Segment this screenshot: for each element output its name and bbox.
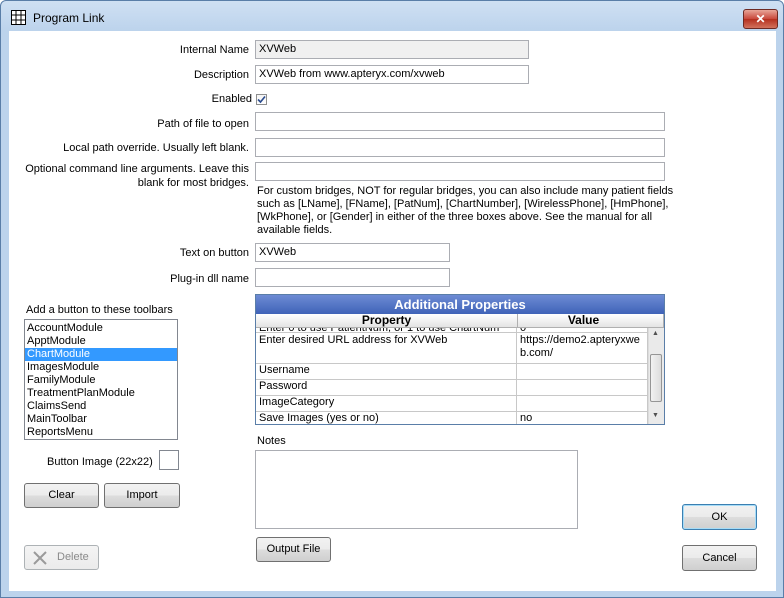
button-image-preview[interactable]: [159, 450, 179, 470]
description-field[interactable]: XVWeb from www.apteryx.com/xvweb: [255, 65, 529, 84]
list-item[interactable]: ClaimsSend: [25, 400, 177, 413]
list-item[interactable]: AccountModule: [25, 322, 177, 335]
list-item[interactable]: ApptModule: [25, 335, 177, 348]
grid-row-value[interactable]: [517, 380, 648, 396]
local-path-field[interactable]: [255, 138, 665, 157]
args-field[interactable]: [255, 162, 665, 181]
close-icon: ✕: [755, 12, 766, 26]
description-label: Description: [193, 69, 249, 81]
grid-row-value[interactable]: no: [517, 412, 648, 424]
plugin-field[interactable]: [255, 268, 450, 287]
checkmark-icon: [257, 95, 266, 104]
path-label: Path of file to open: [157, 118, 249, 130]
grid-row-property[interactable]: Username: [256, 364, 517, 380]
cancel-button[interactable]: Cancel: [682, 545, 757, 571]
grid-row-value[interactable]: [517, 396, 648, 412]
grid-row-property[interactable]: Save Images (yes or no): [256, 412, 517, 424]
plugin-label: Plug-in dll name: [170, 273, 249, 285]
additional-properties-grid[interactable]: Additional Properties Property Value Ent…: [255, 294, 665, 425]
grid-title: Additional Properties: [256, 295, 664, 314]
window-title: Program Link: [33, 11, 105, 25]
list-item[interactable]: MainToolbar: [25, 413, 177, 426]
header-value-text: Value: [517, 314, 649, 327]
path-field[interactable]: [255, 112, 665, 131]
grid-row-property[interactable]: ImageCategory: [256, 396, 517, 412]
grid-header-row: Property Value: [256, 314, 648, 328]
button-text-field[interactable]: XVWeb: [255, 243, 450, 262]
notes-label: Notes: [257, 435, 286, 447]
title-bar[interactable]: Program Link ✕: [1, 1, 783, 31]
button-image-label: Button Image (22x22): [47, 456, 153, 468]
output-file-button[interactable]: Output File: [256, 537, 331, 562]
list-item[interactable]: ImagesModule: [25, 361, 177, 374]
args-label: Optional command line arguments. Leave t…: [25, 163, 249, 189]
import-button[interactable]: Import: [104, 483, 180, 508]
list-item[interactable]: TreatmentPlanModule: [25, 387, 177, 400]
grid-vertical-scrollbar[interactable]: ▲ ▼: [648, 328, 664, 424]
program-link-window: Program Link ✕ Internal Name XVWeb Descr…: [0, 0, 784, 598]
notes-textarea[interactable]: [255, 450, 578, 529]
scrollbar-thumb[interactable]: [650, 354, 662, 402]
client-area: Internal Name XVWeb Description XVWeb fr…: [9, 31, 776, 591]
delete-button-label: Delete: [57, 551, 89, 563]
grid-row-property[interactable]: Enter desired URL address for XVWeb: [256, 333, 517, 364]
enabled-label: Enabled: [211, 93, 252, 105]
toolbars-label: Add a button to these toolbars: [26, 304, 173, 316]
delete-button[interactable]: Delete: [24, 545, 99, 570]
grid-row-value[interactable]: [517, 364, 648, 380]
internal-name-label: Internal Name: [179, 44, 249, 56]
delete-x-icon: [33, 551, 47, 565]
clear-button[interactable]: Clear: [24, 483, 99, 508]
ok-button[interactable]: OK: [682, 504, 757, 530]
grid-icon: [11, 10, 26, 25]
grid-row-property[interactable]: Password: [256, 380, 517, 396]
scroll-down-icon[interactable]: ▼: [652, 412, 659, 419]
list-item[interactable]: FamilyModule: [25, 374, 177, 387]
enabled-checkbox[interactable]: [256, 94, 267, 105]
button-text-label: Text on button: [179, 247, 249, 259]
list-item-selected[interactable]: ChartModule: [25, 348, 177, 361]
scroll-up-icon[interactable]: ▲: [652, 330, 659, 337]
local-path-label: Local path override. Usually left blank.: [63, 142, 249, 154]
header-property-text: Property: [361, 313, 412, 327]
list-item[interactable]: ReportsMenu: [25, 426, 177, 439]
internal-name-field[interactable]: XVWeb: [255, 40, 529, 59]
grid-row-value[interactable]: https://demo2.apteryxweb.com/: [517, 333, 648, 364]
toolbars-listbox[interactable]: AccountModule ApptModule ChartModule Ima…: [24, 319, 178, 440]
close-button[interactable]: ✕: [743, 9, 778, 29]
custom-bridge-help-text: For custom bridges, NOT for regular brid…: [257, 185, 674, 236]
